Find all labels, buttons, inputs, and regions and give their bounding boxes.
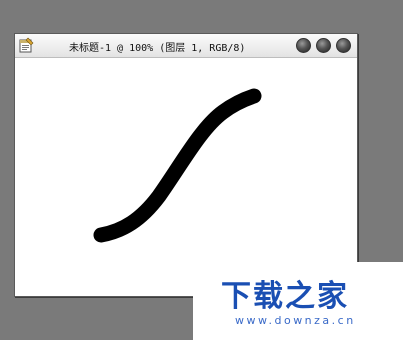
title-bar[interactable]: 未标题-1 @ 100% (图层 1, RGB/8) (15, 34, 357, 58)
document-icon (19, 37, 34, 53)
canvas-surface (93, 88, 262, 243)
window-title: 未标题-1 @ 100% (图层 1, RGB/8) (69, 43, 246, 54)
close-button[interactable] (336, 38, 351, 53)
watermark-logo: 下载之家 (221, 279, 349, 314)
watermark-url: www.downza.cn (235, 314, 356, 327)
brush-stroke (93, 88, 262, 243)
document-window[interactable]: 未标题-1 @ 100% (图层 1, RGB/8) (14, 33, 358, 297)
minimize-button[interactable] (296, 38, 311, 53)
drawing-canvas[interactable] (15, 58, 357, 296)
maximize-button[interactable] (316, 38, 331, 53)
watermark: 下载之家 www.downza.cn (193, 262, 403, 340)
